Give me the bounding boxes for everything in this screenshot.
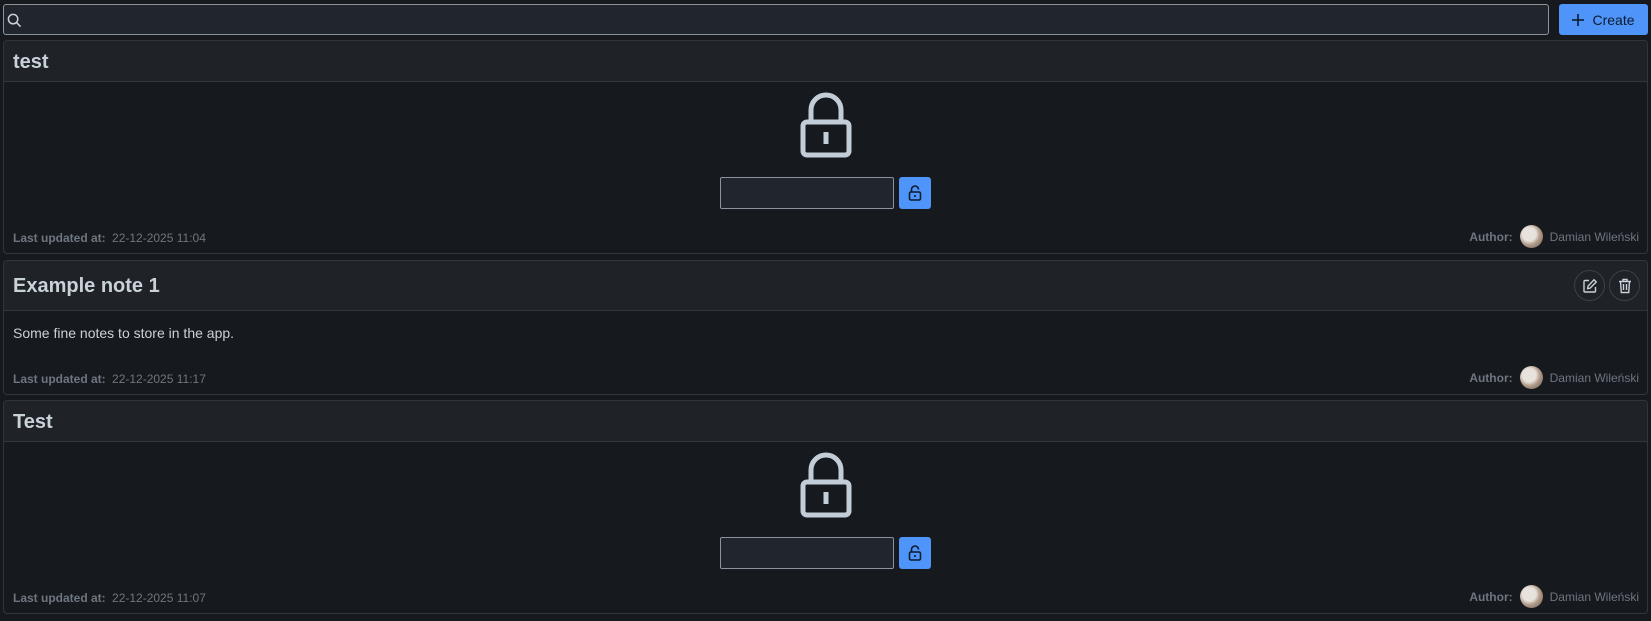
lock-icon [800,452,852,518]
note-updated: Last updated at: 22-12-2025 11:07 [13,591,206,605]
edit-icon [1582,278,1597,293]
delete-button[interactable] [1609,270,1640,301]
note-card: Example note 1 Some fine notes to store … [3,260,1648,395]
note-updated: Last updated at: 22-12-2025 11:17 [13,372,206,386]
author-name: Damian Wileński [1549,589,1639,604]
note-author: Author: Damian Wileński [1469,585,1639,608]
note-author: Author: Damian Wileński [1469,225,1639,248]
note-password-input[interactable] [720,177,894,209]
note-header: Example note 1 [4,261,1647,311]
author-name: Damian Wileński [1549,229,1639,244]
note-author: Author: Damian Wileński [1469,366,1639,389]
note-content: Some fine notes to store in the app. [13,325,235,341]
avatar [1519,585,1543,608]
lock-icon [800,92,852,158]
author-label: Author: [1469,370,1513,385]
note-header: test [4,41,1647,82]
search-icon [7,13,22,28]
avatar [1519,366,1543,389]
note-header: Test [4,401,1647,442]
unlock-icon [908,185,922,201]
updated-label: Last updated at: [13,231,106,245]
author-label: Author: [1469,229,1513,244]
note-card: test Last updated at: 22-12-2025 11:04 A… [3,40,1648,254]
updated-label: Last updated at: [13,591,106,605]
note-card: Test Last updated at: 22-12-2025 11:07 A… [3,400,1648,614]
unlock-icon [908,545,922,561]
search-box[interactable] [3,4,1549,35]
updated-value: 22-12-2025 11:04 [112,231,206,245]
updated-label: Last updated at: [13,372,106,386]
trash-icon [1618,278,1631,293]
note-title: Example note 1 [13,275,160,297]
note-updated: Last updated at: 22-12-2025 11:04 [13,231,206,245]
toolbar: Create [3,3,1648,35]
note-title: test [13,51,49,73]
create-button[interactable]: Create [1559,4,1648,35]
search-input[interactable] [26,5,1546,34]
note-title: Test [13,411,53,433]
author-label: Author: [1469,589,1513,604]
unlock-button[interactable] [899,537,931,569]
author-name: Damian Wileński [1549,370,1639,385]
updated-value: 22-12-2025 11:17 [112,372,206,386]
note-actions [1574,270,1640,301]
note-password-input[interactable] [720,537,894,569]
create-button-label: Create [1592,11,1635,28]
avatar [1519,225,1543,248]
unlock-button[interactable] [899,177,931,209]
plus-icon [1572,13,1585,26]
edit-button[interactable] [1574,270,1605,301]
updated-value: 22-12-2025 11:07 [112,591,206,605]
